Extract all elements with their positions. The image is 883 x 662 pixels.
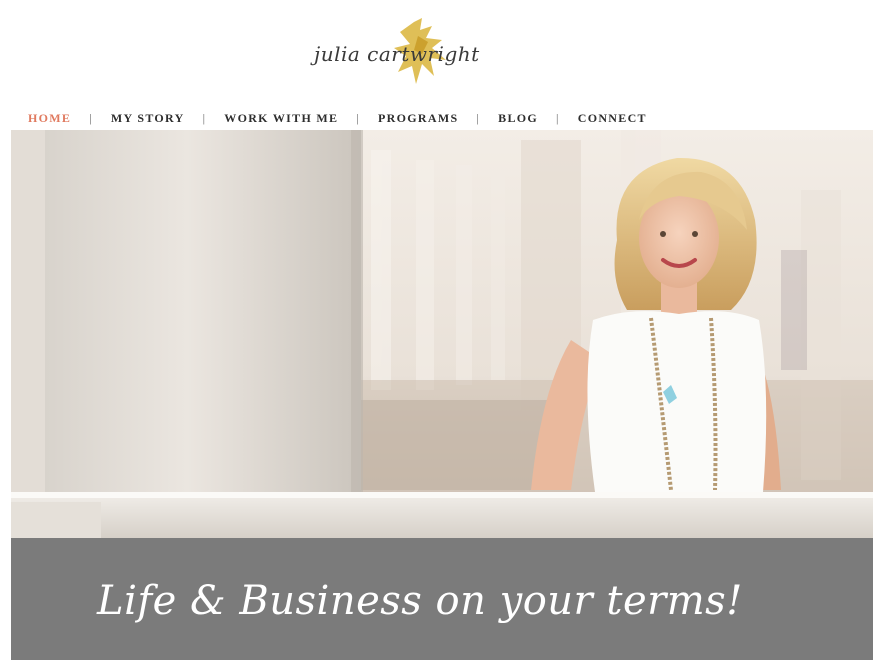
tagline-banner: Life & Business on your terms!: [11, 538, 873, 660]
logo-text: julia cartwright: [314, 42, 480, 66]
tagline-text: Life & Business on your terms!: [97, 578, 743, 624]
hero-illustration: [11, 130, 873, 538]
nav-separator: |: [476, 110, 481, 125]
nav-separator: |: [89, 110, 93, 125]
nav-work-with-me[interactable]: WORK WITH ME: [224, 111, 338, 126]
nav-my-story[interactable]: MY STORY: [111, 111, 185, 126]
nav-separator: |: [356, 110, 361, 125]
hero-photo: [11, 130, 873, 538]
main-nav: HOME | MY STORY | WORK WITH ME | PROGRAM…: [28, 108, 647, 128]
nav-home[interactable]: HOME: [28, 111, 71, 126]
site-logo[interactable]: julia cartwright: [300, 12, 480, 92]
nav-separator: |: [202, 110, 207, 125]
nav-blog[interactable]: BLOG: [498, 111, 538, 126]
nav-connect[interactable]: CONNECT: [578, 111, 647, 126]
nav-separator: |: [556, 110, 560, 125]
nav-programs[interactable]: PROGRAMS: [378, 111, 458, 126]
